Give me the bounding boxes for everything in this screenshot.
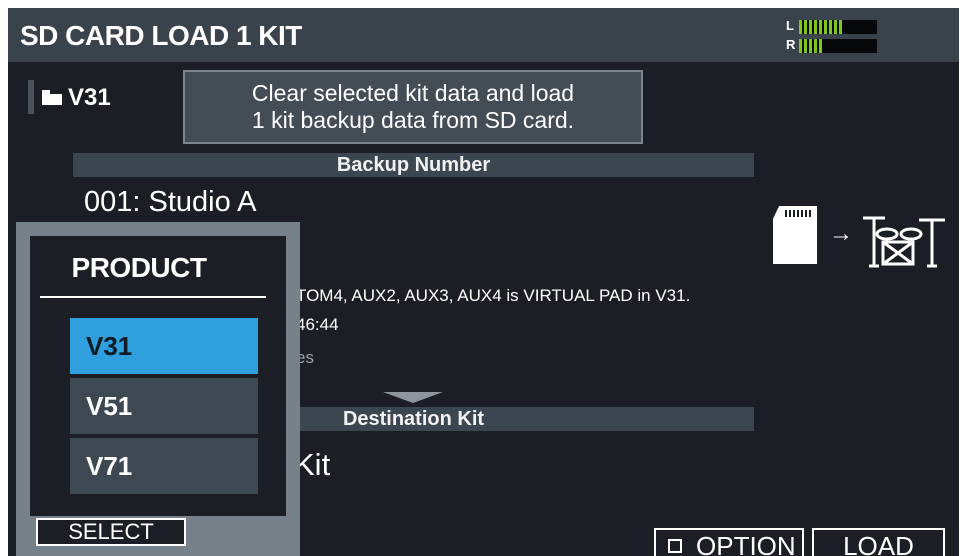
product-item-v31[interactable]: V31 (70, 318, 258, 374)
scroll-down-icon (383, 392, 443, 403)
device-screen: SD CARD LOAD 1 KIT L R V31 Clear selecte… (8, 8, 959, 556)
message-line-2: 1 kit backup data from SD card. (251, 107, 575, 133)
sd-card-icon (773, 206, 817, 264)
backup-number-value[interactable]: 001: Studio A (84, 186, 257, 219)
product-popup: PRODUCT V31 V51 V71 SELECT (16, 222, 300, 556)
select-button[interactable]: SELECT (36, 518, 186, 546)
external-link-icon (668, 539, 682, 553)
product-popup-title: PRODUCT (71, 252, 207, 283)
product-item-v51[interactable]: V51 (70, 378, 258, 434)
backup-number-header: Backup Number (73, 153, 754, 177)
meter-right: R (786, 37, 880, 54)
folder-icon (42, 90, 62, 105)
meter-left: L (786, 18, 880, 35)
meter-left-fill (799, 20, 842, 34)
meter-right-label: R (786, 37, 796, 52)
meter-left-label: L (786, 18, 794, 33)
level-meter: L R (786, 16, 880, 56)
arrow-right-icon: → (829, 220, 853, 247)
load-button[interactable]: LOAD (812, 528, 945, 556)
option-button-label: OPTION (696, 531, 796, 556)
title-bar: SD CARD LOAD 1 KIT L R (8, 8, 959, 62)
option-button[interactable]: OPTION (654, 528, 804, 556)
screen-title: SD CARD LOAD 1 KIT (20, 20, 302, 51)
product-item-v71[interactable]: V71 (70, 438, 258, 494)
product-popup-body: PRODUCT V31 V51 V71 (30, 236, 286, 516)
drum-kit-icon (863, 216, 945, 268)
product-divider (40, 296, 266, 298)
info-message: Clear selected kit data and load 1 kit b… (183, 70, 643, 144)
info-line-2: 46:44 (296, 315, 339, 334)
transfer-graphic: → (773, 206, 953, 276)
folder-name: V31 (68, 84, 111, 111)
folder-bar (28, 80, 34, 114)
info-line-1: TOM4, AUX2, AUX3, AUX4 is VIRTUAL PAD in… (296, 286, 691, 305)
meter-right-fill (799, 39, 824, 53)
message-line-1: Clear selected kit data and load (251, 80, 575, 106)
